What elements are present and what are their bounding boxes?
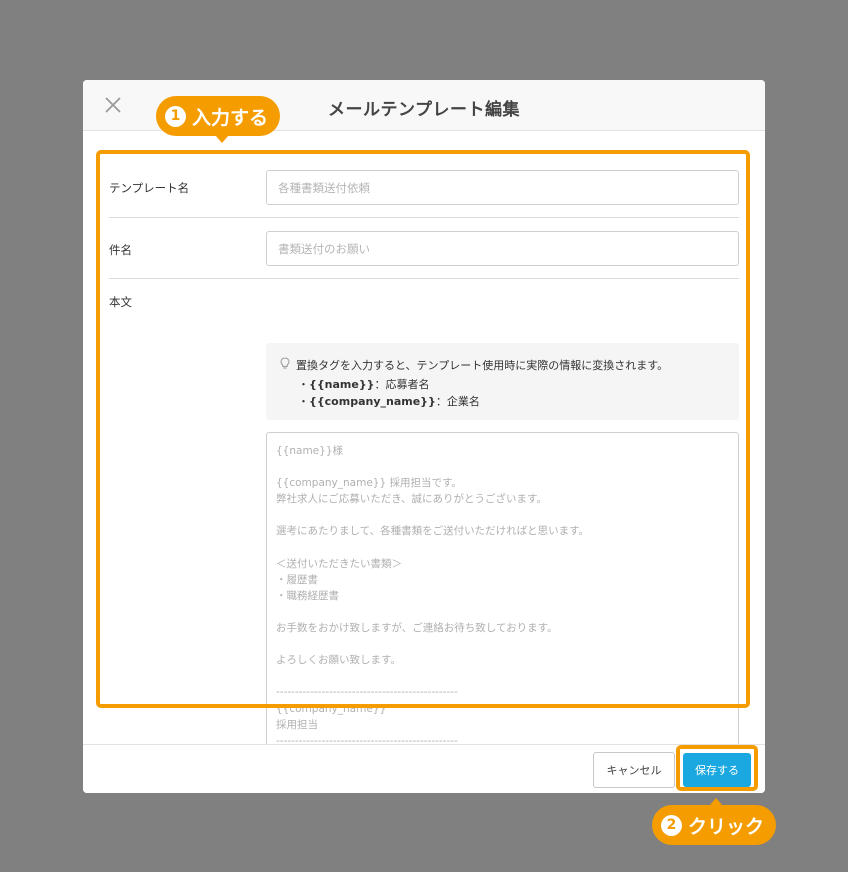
body-textarea[interactable]: {{name}}様 {{company_name}} 採用担当です。 弊社求人に… [266,432,739,744]
hint-item-company: ・{{company_name}}：企業名 [298,395,480,408]
row-divider [109,217,739,218]
step1-callout-pointer [215,135,229,143]
subject-label: 件名 [109,243,132,257]
template-edit-modal: メールテンプレート編集 テンプレート名 件名 本文 置換タグを入力すると、テンプ… [83,80,765,793]
template-name-input[interactable] [266,170,739,205]
lightbulb-icon [280,357,290,373]
save-button[interactable]: 保存する [683,753,751,787]
step2-number: 2 [661,814,682,836]
hint-tag: {{name}} [309,378,375,391]
hint-desc: ：応募者名 [374,378,430,391]
modal-footer: キャンセル 保存する [83,744,765,793]
hint-item-name: ・{{name}}：応募者名 [298,378,430,391]
body-label: 本文 [109,295,132,309]
cancel-button[interactable]: キャンセル [593,752,675,788]
hint-text: 置換タグを入力すると、テンプレート使用時に実際の情報に変換されます。 [296,359,669,372]
hint-desc: ：企業名 [435,395,480,408]
hint-tag: {{company_name}} [309,395,436,408]
step2-label: クリック [688,815,765,838]
step1-number: 1 [165,105,186,127]
row-divider [109,278,739,279]
template-name-label: テンプレート名 [109,181,190,195]
step2-callout-pointer [709,798,723,806]
step1-label: 入力する [192,106,269,129]
step1-callout: 1 入力する [156,96,281,136]
placeholder-hint-box: 置換タグを入力すると、テンプレート使用時に実際の情報に変換されます。 ・{{na… [266,343,739,420]
subject-input[interactable] [266,231,739,266]
modal-body: テンプレート名 件名 本文 置換タグを入力すると、テンプレート使用時に実際の情報… [83,132,765,744]
step2-callout: 2 クリック [652,805,777,845]
